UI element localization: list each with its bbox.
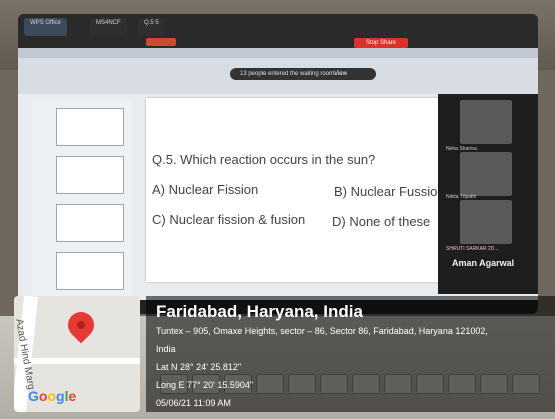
location-map: Azad Hind Marg Google	[14, 296, 140, 412]
stop-share-button[interactable]: Stop Share	[354, 38, 408, 48]
latitude: Lat N 28° 24' 25.812"	[156, 362, 242, 372]
address-line1: Tuntex – 905, Omaxe Heights, sector – 86…	[156, 326, 488, 336]
option-a: A) Nuclear Fission	[152, 182, 259, 197]
address-line2: India	[156, 344, 176, 354]
participant-video	[460, 100, 512, 144]
waiting-room-text: 13 people entered the waiting room.	[240, 71, 336, 77]
participants-panel: Neha Sharma Nikita Tripathi SHRUTI SARKA…	[438, 94, 538, 294]
tab-ms4ncf[interactable]: MS4NCF	[90, 18, 127, 36]
view-button[interactable]: View	[334, 68, 347, 80]
tab-q5[interactable]: Q.5 5	[138, 18, 165, 36]
option-b: B) Nuclear Fussion	[334, 184, 445, 199]
ribbon-menu-strip	[18, 48, 538, 58]
participant-name: SHRUTI SARKAR 2D...	[446, 246, 499, 252]
google-logo: Google	[28, 388, 77, 404]
tab-wps-office[interactable]: WPS Office	[24, 18, 67, 36]
slide-thumbnail[interactable]	[56, 156, 124, 194]
option-c: C) Nuclear fission & fusion	[152, 212, 306, 227]
longitude: Long E 77° 20' 15.5904"	[156, 380, 254, 390]
slide-thumbnails	[32, 100, 132, 300]
slide-thumbnail[interactable]	[56, 252, 124, 290]
slide-thumbnail[interactable]	[56, 108, 124, 146]
participant-video	[460, 200, 512, 244]
presenter-name: Aman Agarwal	[452, 258, 515, 268]
slide-canvas: Q.5. Which reaction occurs in the sun? A…	[146, 98, 445, 282]
map-road	[14, 358, 140, 364]
location-pin-icon	[62, 306, 100, 344]
slide-thumbnail[interactable]	[56, 204, 124, 242]
question-text: Q.5. Which reaction occurs in the sun?	[152, 152, 376, 167]
present-button[interactable]	[146, 38, 176, 46]
participant-video	[460, 152, 512, 196]
datetime-stamp: 05/06/21 11:09 AM	[156, 398, 231, 408]
waiting-room-notice: 13 people entered the waiting room. View	[230, 68, 376, 80]
option-d: D) None of these	[332, 214, 431, 229]
presentation-area: Q.5. Which reaction occurs in the sun? A…	[18, 94, 538, 314]
location-title: Faridabad, Haryana, India	[156, 302, 363, 321]
browser-titlebar: WPS Office MS4NCF Q.5 5	[18, 14, 538, 48]
laptop-screen: WPS Office MS4NCF Q.5 5 Stop Share 13 pe…	[18, 14, 538, 314]
